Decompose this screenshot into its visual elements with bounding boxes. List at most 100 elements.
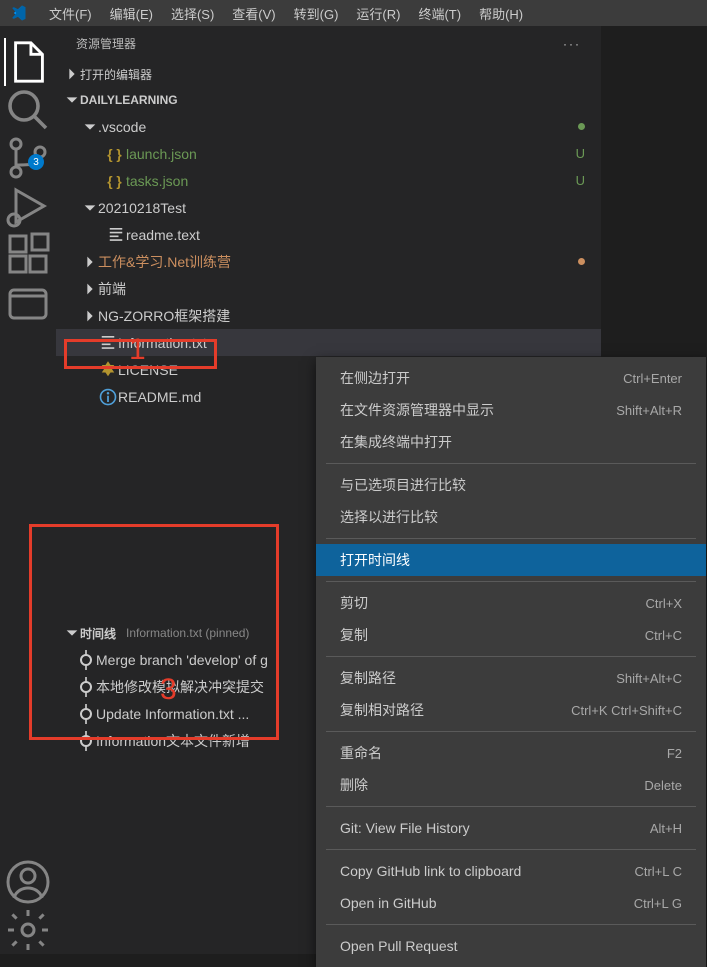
vscode-logo-icon [8,3,28,23]
menu-shortcut: Ctrl+L C [634,864,682,879]
menu-label: 与已选项目进行比较 [340,475,682,495]
menu-shortcut: Alt+H [650,821,682,836]
menu-item[interactable]: 复制相对路径Ctrl+K Ctrl+Shift+C [316,694,706,726]
project-icon[interactable] [4,278,52,326]
menu-item[interactable]: 在集成终端中打开 [316,426,706,458]
explorer-icon[interactable] [4,38,52,86]
item-label: .vscode [98,119,578,135]
item-label: Information.txt [118,335,585,351]
file-item[interactable]: readme.text [56,221,601,248]
folder-item[interactable]: 20210218Test [56,194,601,221]
menu-item[interactable]: Git: View File HistoryAlt+H [316,812,706,844]
file-icon [98,333,118,353]
commit-icon [76,650,96,670]
item-label: readme.text [126,227,585,243]
menu-label: Copy GitHub link to clipboard [340,863,634,879]
file-item[interactable]: { }launch.jsonU [56,140,601,167]
menu-label: 选择以进行比较 [340,507,682,527]
chevron-right-icon [82,254,98,270]
folder-item[interactable]: 工作&学习.Net训练营 [56,248,601,275]
menubar-item[interactable]: 编辑(E) [101,3,162,26]
menubar-item[interactable]: 终端(T) [409,3,470,26]
menu-item[interactable]: 复制Ctrl+C [316,619,706,651]
chevron-down-icon [82,119,98,135]
menu-label: 复制路径 [340,668,616,688]
git-status: U [576,173,585,188]
menu-label: Open in GitHub [340,895,634,911]
folder-item[interactable]: NG-ZORRO框架搭建 [56,302,601,329]
menu-item[interactable]: 在文件资源管理器中显示Shift+Alt+R [316,394,706,426]
chevron-right-icon [82,281,98,297]
item-label: tasks.json [126,173,576,189]
menubar-item[interactable]: 查看(V) [223,3,284,26]
git-status: U [576,146,585,161]
timeline-subtitle: Information.txt (pinned) [126,626,249,640]
menu-item[interactable]: 打开时间线 [316,544,706,576]
menu-shortcut: Ctrl+X [646,596,682,611]
file-item[interactable]: { } tasks.jsonU [56,167,601,194]
menu-item[interactable]: 删除Delete [316,769,706,801]
commit-icon [76,731,96,751]
git-dot [578,258,585,265]
menu-shortcut: Ctrl+L G [634,896,682,911]
menu-shortcut: Delete [644,778,682,793]
menubar-item[interactable]: 运行(R) [347,3,409,26]
menu-shortcut: Shift+Alt+R [616,403,682,418]
menu-separator [326,463,696,464]
menubar-item[interactable]: 转到(G) [285,3,348,26]
menu-separator [326,656,696,657]
file-icon: { } [106,144,126,164]
menubar-item[interactable]: 帮助(H) [470,3,532,26]
menu-item[interactable]: Open in GitHubCtrl+L G [316,887,706,919]
search-icon[interactable] [4,86,52,134]
menu-label: Open Pull Request [340,938,682,954]
sidebar-title: 资源管理器 [76,35,136,52]
source-control-icon[interactable]: 3 [4,134,52,182]
menu-item[interactable]: 选择以进行比较 [316,501,706,533]
chevron-right-icon [82,308,98,324]
item-label: 工作&学习.Net训练营 [98,252,578,272]
menubar-item[interactable]: 选择(S) [162,3,223,26]
svg-text:{ }: { } [107,174,122,189]
commit-icon [76,677,96,697]
menu-item[interactable]: Open Pull Request [316,930,706,962]
menu-label: 在侧边打开 [340,368,623,388]
file-icon [98,387,118,407]
menu-item[interactable]: 重命名F2 [316,737,706,769]
scm-badge: 3 [28,154,44,170]
menu-item[interactable]: 复制路径Shift+Alt+C [316,662,706,694]
run-debug-icon[interactable] [4,182,52,230]
sidebar-header: 资源管理器 ··· [56,26,601,61]
menu-separator [326,806,696,807]
menu-label: 复制相对路径 [340,700,571,720]
menu-item[interactable]: 在侧边打开Ctrl+Enter [316,362,706,394]
sidebar-more-icon[interactable]: ··· [563,37,581,51]
chevron-right-icon [64,66,80,82]
open-editors-header[interactable]: 打开的编辑器 [56,61,601,87]
settings-gear-icon[interactable] [4,906,52,954]
item-label: launch.json [126,146,576,162]
menu-label: 在集成终端中打开 [340,432,682,452]
folder-item[interactable]: .vscode [56,113,601,140]
menu-item[interactable]: 剪切Ctrl+X [316,587,706,619]
extensions-icon[interactable] [4,230,52,278]
menu-separator [326,731,696,732]
menubar: 文件(F)编辑(E)选择(S)查看(V)转到(G)运行(R)终端(T)帮助(H) [0,0,707,26]
commit-icon [76,704,96,724]
menu-label: 打开时间线 [340,550,682,570]
menu-item[interactable]: 与已选项目进行比较 [316,469,706,501]
menu-label: 重命名 [340,743,667,763]
menu-separator [326,924,696,925]
file-icon [98,360,118,380]
file-icon [106,225,126,245]
menu-label: 剪切 [340,593,646,613]
workspace-header[interactable]: DAILYLEARNING [56,87,601,113]
folder-item[interactable]: 前端 [56,275,601,302]
account-icon[interactable] [4,858,52,906]
file-item[interactable]: Information.txt [56,329,601,356]
menu-label: 在文件资源管理器中显示 [340,400,616,420]
menu-shortcut: F2 [667,746,682,761]
timeline-title: 时间线 [80,625,116,642]
menu-item[interactable]: Copy GitHub link to clipboardCtrl+L C [316,855,706,887]
menubar-item[interactable]: 文件(F) [40,3,101,26]
